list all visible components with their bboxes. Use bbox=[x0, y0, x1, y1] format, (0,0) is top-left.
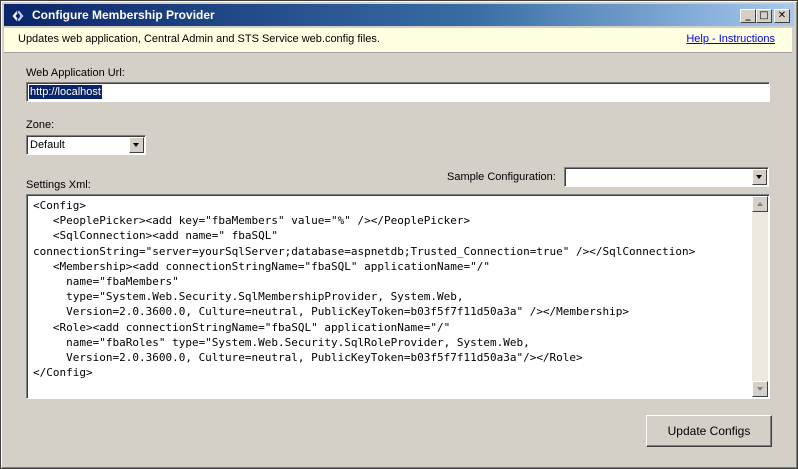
arrow-up-icon bbox=[757, 202, 763, 206]
zone-select[interactable]: Default bbox=[26, 135, 146, 155]
title-bar[interactable]: Configure Membership Provider _ □ ✕ bbox=[4, 4, 794, 26]
scroll-up-button[interactable] bbox=[752, 196, 768, 212]
configure-membership-window: Configure Membership Provider _ □ ✕ Upda… bbox=[0, 0, 798, 469]
maximize-button[interactable]: □ bbox=[756, 9, 772, 23]
web-app-url-value: http://localhost bbox=[29, 85, 102, 99]
sample-config-label: Sample Configuration: bbox=[447, 171, 556, 183]
settings-xml-label: Settings Xml: bbox=[26, 179, 91, 191]
web-app-url-label: Web Application Url: bbox=[26, 67, 125, 79]
web-app-url-input[interactable]: http://localhost bbox=[26, 82, 770, 102]
arrow-down-icon bbox=[757, 387, 763, 391]
window-title: Configure Membership Provider bbox=[32, 8, 215, 22]
help-instructions-link[interactable]: Help - Instructions bbox=[686, 33, 775, 45]
zone-dropdown-button[interactable] bbox=[129, 137, 144, 153]
close-icon: ✕ bbox=[777, 10, 787, 21]
app-arrows-icon bbox=[10, 7, 28, 23]
sample-config-dropdown-button[interactable] bbox=[752, 169, 767, 185]
info-text: Updates web application, Central Admin a… bbox=[18, 33, 380, 45]
settings-xml-text: <Config> <PeoplePicker><add key="fbaMemb… bbox=[33, 199, 696, 380]
minimize-button[interactable]: _ bbox=[740, 9, 756, 23]
info-bar: Updates web application, Central Admin a… bbox=[4, 28, 792, 53]
minimize-icon: _ bbox=[745, 10, 751, 21]
maximize-icon: □ bbox=[759, 10, 769, 21]
close-button[interactable]: ✕ bbox=[774, 9, 790, 23]
sample-config-select[interactable] bbox=[564, 167, 769, 187]
zone-value: Default bbox=[30, 139, 65, 151]
update-configs-button[interactable]: Update Configs bbox=[646, 415, 772, 447]
zone-label: Zone: bbox=[26, 119, 55, 131]
chevron-down-icon bbox=[133, 143, 139, 147]
vertical-scrollbar[interactable] bbox=[752, 196, 768, 397]
chevron-down-icon bbox=[756, 175, 762, 179]
settings-xml-textarea[interactable]: <Config> <PeoplePicker><add key="fbaMemb… bbox=[26, 194, 770, 399]
scroll-down-button[interactable] bbox=[752, 381, 768, 397]
